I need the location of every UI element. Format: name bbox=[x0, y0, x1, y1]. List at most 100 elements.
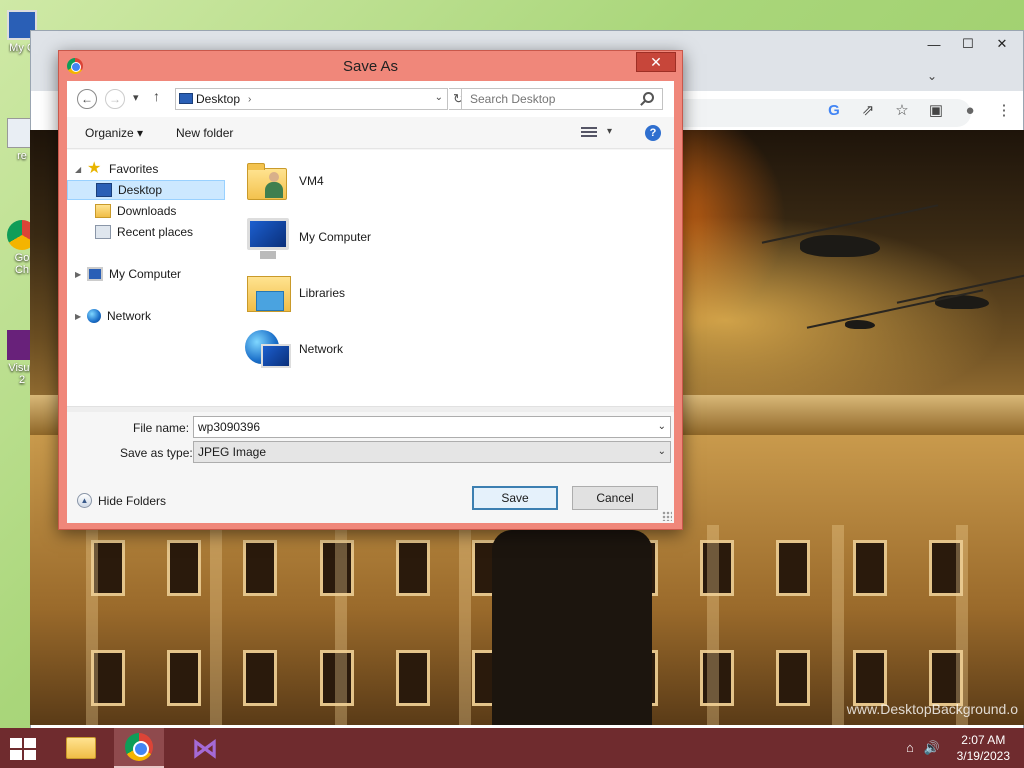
desktop-icon bbox=[179, 93, 193, 104]
desktop-icon bbox=[96, 183, 112, 197]
navigation-pane: ◢ ★ Favorites Desktop Downloads Recent p… bbox=[67, 150, 235, 406]
breadcrumb-chevron-icon[interactable]: › bbox=[248, 94, 251, 105]
recent-places-icon bbox=[95, 225, 111, 239]
clock-time: 2:07 AM bbox=[961, 733, 1006, 747]
computer-icon bbox=[245, 214, 293, 260]
hide-folders-button[interactable]: ▲ Hide Folders bbox=[77, 493, 166, 508]
helicopter-shape bbox=[845, 320, 875, 329]
close-button[interactable]: ✕ bbox=[985, 33, 1019, 55]
view-dropdown-icon[interactable]: ▾ bbox=[607, 126, 612, 137]
forward-button[interactable]: → bbox=[105, 89, 125, 109]
save-as-type-select[interactable]: JPEG Image ⌄ bbox=[193, 441, 671, 463]
taskbar: ⋈ ⌂ 🔊 2:07 AM 3/19/2023 bbox=[0, 728, 1024, 768]
list-item-my-computer[interactable]: My Computer bbox=[245, 212, 545, 262]
start-button[interactable] bbox=[10, 738, 38, 760]
address-dropdown-icon[interactable]: ⌄ bbox=[435, 92, 443, 103]
nav-item-network[interactable]: ▶ Network bbox=[75, 306, 233, 326]
share-icon[interactable]: ⇗ bbox=[857, 99, 879, 121]
system-tray: ⌂ 🔊 bbox=[906, 740, 940, 756]
nav-label: My Computer bbox=[109, 267, 182, 281]
item-label: Network bbox=[299, 342, 344, 356]
taskbar-file-explorer[interactable] bbox=[56, 728, 106, 768]
taskbar-visual-studio[interactable]: ⋈ bbox=[180, 728, 230, 768]
recent-locations-dropdown[interactable]: ▾ bbox=[133, 91, 139, 104]
hide-folders-label: Hide Folders bbox=[98, 493, 167, 508]
expand-arrow-icon[interactable]: ▶ bbox=[75, 312, 85, 321]
maximize-button[interactable]: ☐ bbox=[951, 33, 985, 55]
save-as-dialog: Save As ✕ ← → ▾ ↑ Desktop › ⌄ ↻ Organize… bbox=[58, 50, 683, 530]
network-icon bbox=[87, 309, 101, 323]
watermark-text: www.DesktopBackground.o bbox=[846, 701, 1018, 717]
item-label: Libraries bbox=[299, 286, 346, 300]
save-as-type-label: Save as type: bbox=[120, 446, 193, 460]
dialog-body: ← → ▾ ↑ Desktop › ⌄ ↻ Organize ▾ New fol… bbox=[67, 81, 674, 523]
file-name-input[interactable]: wp3090396 ⌄ bbox=[193, 416, 671, 438]
tab-search-icon[interactable]: ⌄ bbox=[927, 69, 937, 83]
menu-kebab-icon[interactable]: ⋮ bbox=[993, 99, 1015, 121]
nav-label: Favorites bbox=[109, 162, 159, 176]
nav-item-recent-places[interactable]: Recent places bbox=[95, 222, 253, 242]
nav-label: Network bbox=[107, 309, 152, 323]
command-bar: Organize ▾ New folder ▾ ? bbox=[67, 117, 674, 149]
side-panel-icon[interactable]: ▣ bbox=[925, 99, 947, 121]
network-icon bbox=[245, 326, 293, 372]
search-icon[interactable] bbox=[643, 92, 654, 103]
minimize-button[interactable]: — bbox=[917, 33, 951, 55]
nav-item-downloads[interactable]: Downloads bbox=[95, 201, 253, 221]
nav-item-desktop[interactable]: Desktop bbox=[67, 180, 225, 200]
nav-label: Recent places bbox=[117, 225, 194, 239]
search-input[interactable] bbox=[461, 88, 663, 110]
taskbar-chrome[interactable] bbox=[114, 728, 164, 768]
chevron-down-icon[interactable]: ⌄ bbox=[658, 446, 666, 457]
network-tray-icon[interactable]: ⌂ bbox=[906, 740, 914, 756]
organize-button[interactable]: Organize ▾ bbox=[85, 126, 143, 140]
cancel-button[interactable]: Cancel bbox=[572, 486, 658, 510]
nav-item-favorites[interactable]: ◢ ★ Favorites bbox=[75, 159, 233, 179]
expand-arrow-icon[interactable]: ▶ bbox=[75, 270, 85, 279]
up-button[interactable]: ↑ bbox=[153, 88, 160, 104]
new-folder-button[interactable]: New folder bbox=[176, 126, 233, 140]
downloads-icon bbox=[95, 204, 111, 218]
save-as-type-value[interactable]: JPEG Image bbox=[198, 445, 266, 459]
collapse-arrow-icon[interactable]: ◢ bbox=[75, 165, 85, 174]
dialog-title: Save As bbox=[342, 57, 399, 75]
item-label: My Computer bbox=[299, 230, 372, 244]
user-folder-icon bbox=[245, 158, 293, 204]
file-name-value[interactable]: wp3090396 bbox=[198, 420, 260, 434]
address-bar[interactable]: Desktop › ⌄ bbox=[175, 88, 448, 110]
chrome-window-controls: — ☐ ✕ bbox=[917, 33, 1019, 55]
nav-label: Desktop bbox=[118, 183, 163, 197]
clock[interactable]: 2:07 AM 3/19/2023 bbox=[957, 732, 1010, 764]
collapse-up-icon: ▲ bbox=[77, 493, 92, 508]
address-current[interactable]: Desktop bbox=[196, 92, 240, 106]
google-lens-icon[interactable]: G bbox=[823, 99, 845, 121]
address-row: ← → ▾ ↑ Desktop › ⌄ ↻ bbox=[67, 81, 674, 117]
computer-icon bbox=[87, 267, 103, 281]
star-icon: ★ bbox=[87, 160, 102, 177]
toolbar-icons: G ⇗ ☆ ▣ ● ⋮ bbox=[823, 99, 1015, 121]
list-item-network[interactable]: Network bbox=[245, 324, 545, 374]
profile-avatar-icon[interactable]: ● bbox=[959, 99, 981, 121]
pane-divider[interactable] bbox=[67, 406, 674, 412]
bookmark-star-icon[interactable]: ☆ bbox=[891, 99, 913, 121]
libraries-icon bbox=[245, 270, 293, 316]
nav-label: Downloads bbox=[117, 204, 177, 218]
figure-silhouette bbox=[492, 530, 652, 725]
helicopter-shape bbox=[800, 235, 880, 257]
nav-item-my-computer[interactable]: ▶ My Computer bbox=[75, 264, 233, 284]
file-name-label: File name: bbox=[133, 421, 190, 435]
back-button[interactable]: ← bbox=[77, 89, 97, 109]
chevron-down-icon[interactable]: ⌄ bbox=[658, 421, 666, 432]
list-item-libraries[interactable]: Libraries bbox=[245, 268, 545, 318]
file-list: VM4 My Computer Libraries Network bbox=[235, 150, 674, 406]
volume-icon[interactable]: 🔊 bbox=[924, 740, 940, 756]
save-button[interactable]: Save bbox=[472, 486, 558, 510]
resize-grip[interactable] bbox=[662, 511, 672, 521]
chrome-icon bbox=[125, 733, 153, 761]
folder-icon bbox=[66, 737, 96, 759]
view-options-icon[interactable] bbox=[581, 127, 597, 139]
clock-date: 3/19/2023 bbox=[956, 749, 1010, 763]
help-icon[interactable]: ? bbox=[645, 125, 661, 141]
dialog-close-button[interactable]: ✕ bbox=[636, 52, 676, 72]
list-item-vm4[interactable]: VM4 bbox=[245, 156, 545, 206]
